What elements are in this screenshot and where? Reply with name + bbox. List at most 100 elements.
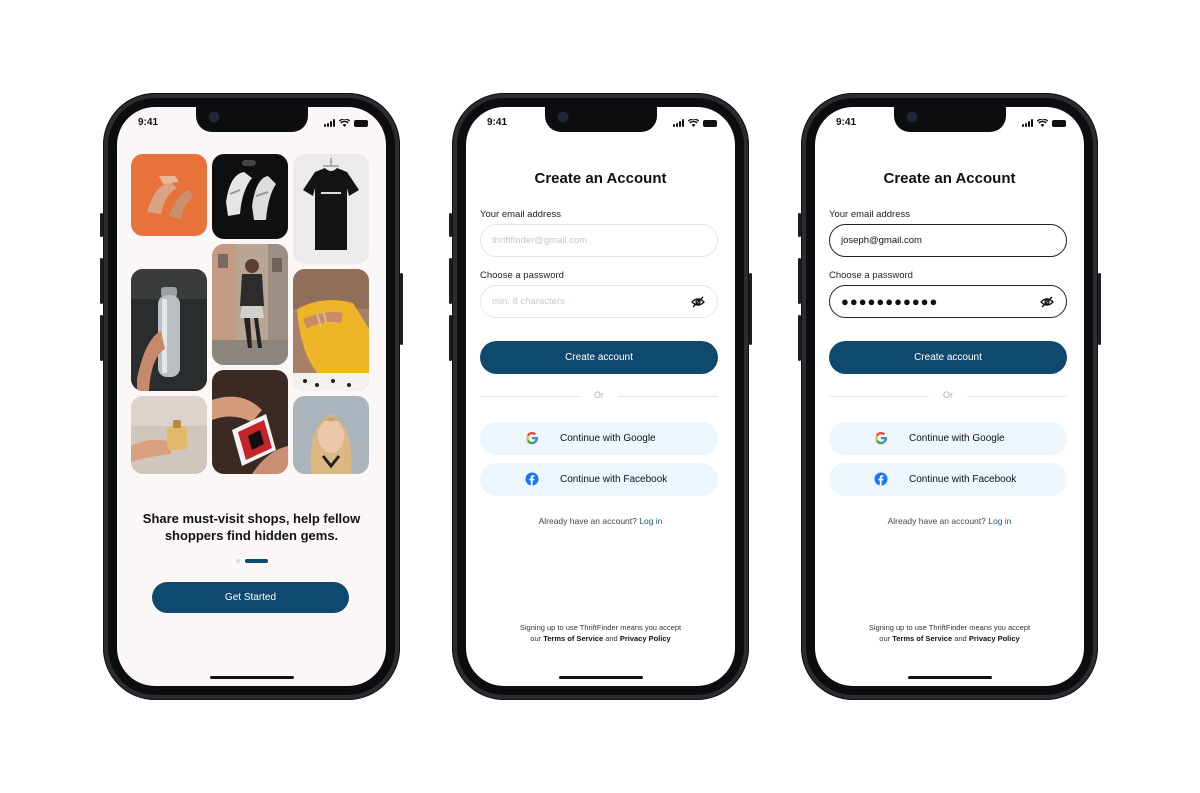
terms-link[interactable]: Terms of Service xyxy=(892,634,952,643)
legal-line-1: Signing up to use ThriftFinder means you… xyxy=(519,623,682,632)
get-started-button[interactable]: Get Started xyxy=(152,582,349,613)
mute-switch xyxy=(798,213,801,237)
battery-icon xyxy=(703,119,717,127)
signal-icon xyxy=(673,119,684,127)
eye-off-icon[interactable] xyxy=(1040,295,1054,309)
google-label: Continue with Google xyxy=(560,433,656,444)
create-account-button[interactable]: Create account xyxy=(480,341,718,374)
volume-down-button xyxy=(798,315,801,361)
shoes-photo xyxy=(131,154,207,236)
legal-our: our xyxy=(879,634,891,643)
mute-switch xyxy=(100,213,103,237)
legal-and: and xyxy=(954,634,967,643)
status-bar: 9:41 xyxy=(466,117,735,131)
status-bar: 9:41 xyxy=(815,117,1084,131)
password-label: Choose a password xyxy=(829,270,913,281)
status-time: 9:41 xyxy=(836,117,857,128)
phone-signup-empty: 9:41 Create an Account Your email addres… xyxy=(449,93,752,700)
password-label: Choose a password xyxy=(480,270,564,281)
continue-google-button[interactable]: Continue with Google xyxy=(480,422,718,455)
legal-line-2: our Terms of Service and Privacy Policy xyxy=(815,633,1084,644)
phone-onboarding: 9:41 Share must-visit shops, help fellow… xyxy=(100,93,403,700)
password-field[interactable]: ●●●●●●●●●●● xyxy=(829,285,1067,318)
power-button xyxy=(749,273,752,345)
continue-google-button[interactable]: Continue with Google xyxy=(829,422,1067,455)
status-time: 9:41 xyxy=(487,117,508,128)
page-title: Create an Account xyxy=(883,170,1016,187)
or-text: Or xyxy=(943,390,953,400)
google-icon xyxy=(875,432,887,445)
google-icon xyxy=(526,432,538,445)
photo-grid xyxy=(131,154,370,474)
street-fashion-photo xyxy=(212,244,288,365)
signup-screen-filled: 9:41 Create an Account Your email addres… xyxy=(815,107,1084,686)
battery-icon xyxy=(1052,119,1066,127)
home-indicator xyxy=(209,676,294,679)
signal-icon xyxy=(1022,119,1033,127)
carousel-dot-2-active[interactable] xyxy=(244,559,268,563)
login-prompt-text: Already have an account? xyxy=(538,516,637,526)
tshirt-photo xyxy=(293,154,369,264)
onboarding-screen: 9:41 Share must-visit shops, help fellow… xyxy=(117,107,386,686)
login-link[interactable]: Log in xyxy=(988,516,1011,526)
eye-off-icon[interactable] xyxy=(691,295,705,309)
legal-notice: Signing up to use ThriftFinder means you… xyxy=(466,622,735,644)
email-placeholder: thriftfinder@gmail.com xyxy=(492,235,588,246)
home-indicator xyxy=(558,676,643,679)
volume-up-button xyxy=(100,258,103,304)
facebook-label: Continue with Facebook xyxy=(909,474,1017,485)
terms-link[interactable]: Terms of Service xyxy=(543,634,603,643)
bottle-photo xyxy=(131,269,207,391)
divider-line-right xyxy=(967,396,1067,397)
password-field[interactable]: min. 8 characters xyxy=(480,285,718,318)
status-time: 9:41 xyxy=(138,117,159,128)
perfume-photo xyxy=(131,396,207,474)
divider-line-right xyxy=(618,396,718,397)
continue-facebook-button[interactable]: Continue with Facebook xyxy=(829,463,1067,496)
doll-photo xyxy=(293,396,369,474)
login-link[interactable]: Log in xyxy=(639,516,662,526)
legal-line-2: our Terms of Service and Privacy Policy xyxy=(466,633,735,644)
password-placeholder: min. 8 characters xyxy=(492,296,565,307)
facebook-icon xyxy=(874,472,888,486)
email-value: joseph@gmail.com xyxy=(841,235,922,246)
status-bar: 9:41 xyxy=(117,117,386,131)
privacy-link[interactable]: Privacy Policy xyxy=(620,634,671,643)
wifi-icon xyxy=(339,119,350,127)
google-label: Continue with Google xyxy=(909,433,1005,444)
home-indicator xyxy=(907,676,992,679)
jewelry-photo xyxy=(293,269,369,391)
wifi-icon xyxy=(1037,119,1048,127)
onboarding-headline: Share must-visit shops, help fellow shop… xyxy=(142,511,361,543)
email-field[interactable]: thriftfinder@gmail.com xyxy=(480,224,718,257)
volume-up-button xyxy=(449,258,452,304)
sneakers-photo xyxy=(212,154,288,239)
email-field[interactable]: joseph@gmail.com xyxy=(829,224,1067,257)
page-title: Create an Account xyxy=(534,170,667,187)
legal-notice: Signing up to use ThriftFinder means you… xyxy=(815,622,1084,644)
volume-down-button xyxy=(100,315,103,361)
legal-and: and xyxy=(605,634,618,643)
volume-up-button xyxy=(798,258,801,304)
or-divider: Or xyxy=(480,390,718,402)
signal-icon xyxy=(324,119,335,127)
or-text: Or xyxy=(594,390,604,400)
login-prompt: Already have an account? Log in xyxy=(466,516,735,526)
login-prompt: Already have an account? Log in xyxy=(815,516,1084,526)
facebook-icon xyxy=(525,472,539,486)
continue-facebook-button[interactable]: Continue with Facebook xyxy=(480,463,718,496)
create-account-button[interactable]: Create account xyxy=(829,341,1067,374)
or-divider: Or xyxy=(829,390,1067,402)
facebook-label: Continue with Facebook xyxy=(560,474,668,485)
power-button xyxy=(1098,273,1101,345)
carousel-dot-1[interactable] xyxy=(235,559,240,563)
password-value: ●●●●●●●●●●● xyxy=(841,294,939,309)
power-button xyxy=(400,273,403,345)
legal-line-1: Signing up to use ThriftFinder means you… xyxy=(868,623,1031,632)
mute-switch xyxy=(449,213,452,237)
carousel-indicator[interactable] xyxy=(235,559,268,563)
phone-signup-filled: 9:41 Create an Account Your email addres… xyxy=(798,93,1101,700)
volume-down-button xyxy=(449,315,452,361)
login-prompt-text: Already have an account? xyxy=(887,516,986,526)
privacy-link[interactable]: Privacy Policy xyxy=(969,634,1020,643)
